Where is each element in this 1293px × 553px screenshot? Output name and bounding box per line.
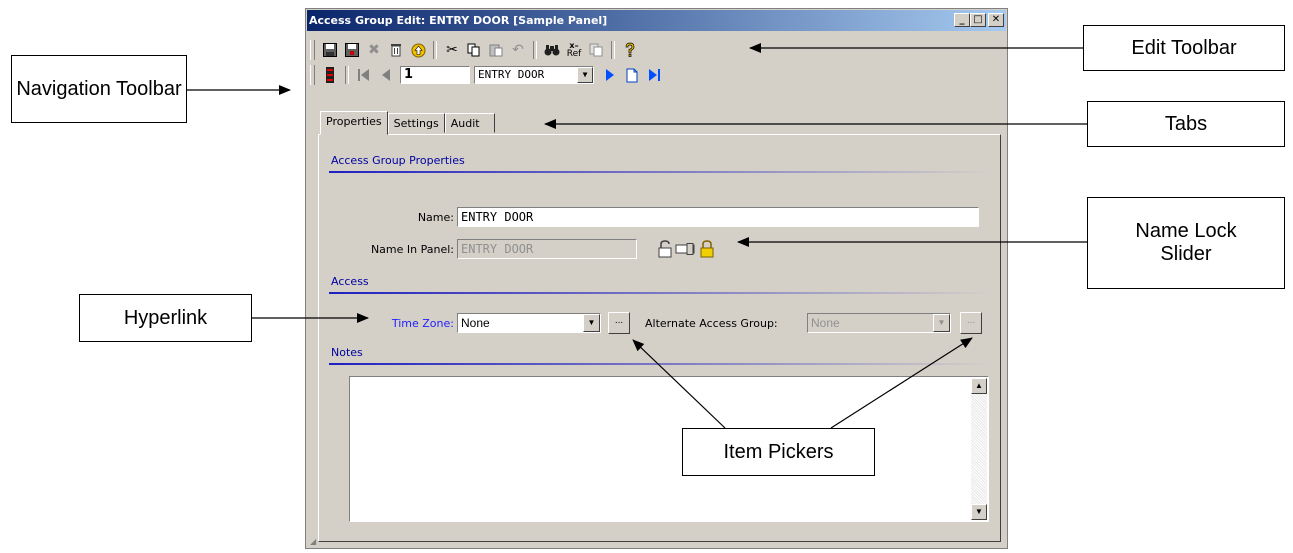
callout-tabs: Tabs bbox=[1087, 101, 1285, 147]
arrow-item-picker-right bbox=[830, 337, 973, 429]
callout-name-lock-slider: Name Lock Slider bbox=[1087, 197, 1285, 289]
callout-edit-toolbar: Edit Toolbar bbox=[1083, 25, 1285, 71]
tab-properties[interactable]: Properties bbox=[320, 111, 388, 135]
callout-navigation-toolbar: Navigation Toolbar bbox=[11, 55, 187, 123]
arrow-item-picker-left bbox=[632, 339, 726, 429]
callout-hyperlink: Hyperlink bbox=[79, 294, 252, 342]
callout-item-pickers: Item Pickers bbox=[682, 428, 875, 476]
